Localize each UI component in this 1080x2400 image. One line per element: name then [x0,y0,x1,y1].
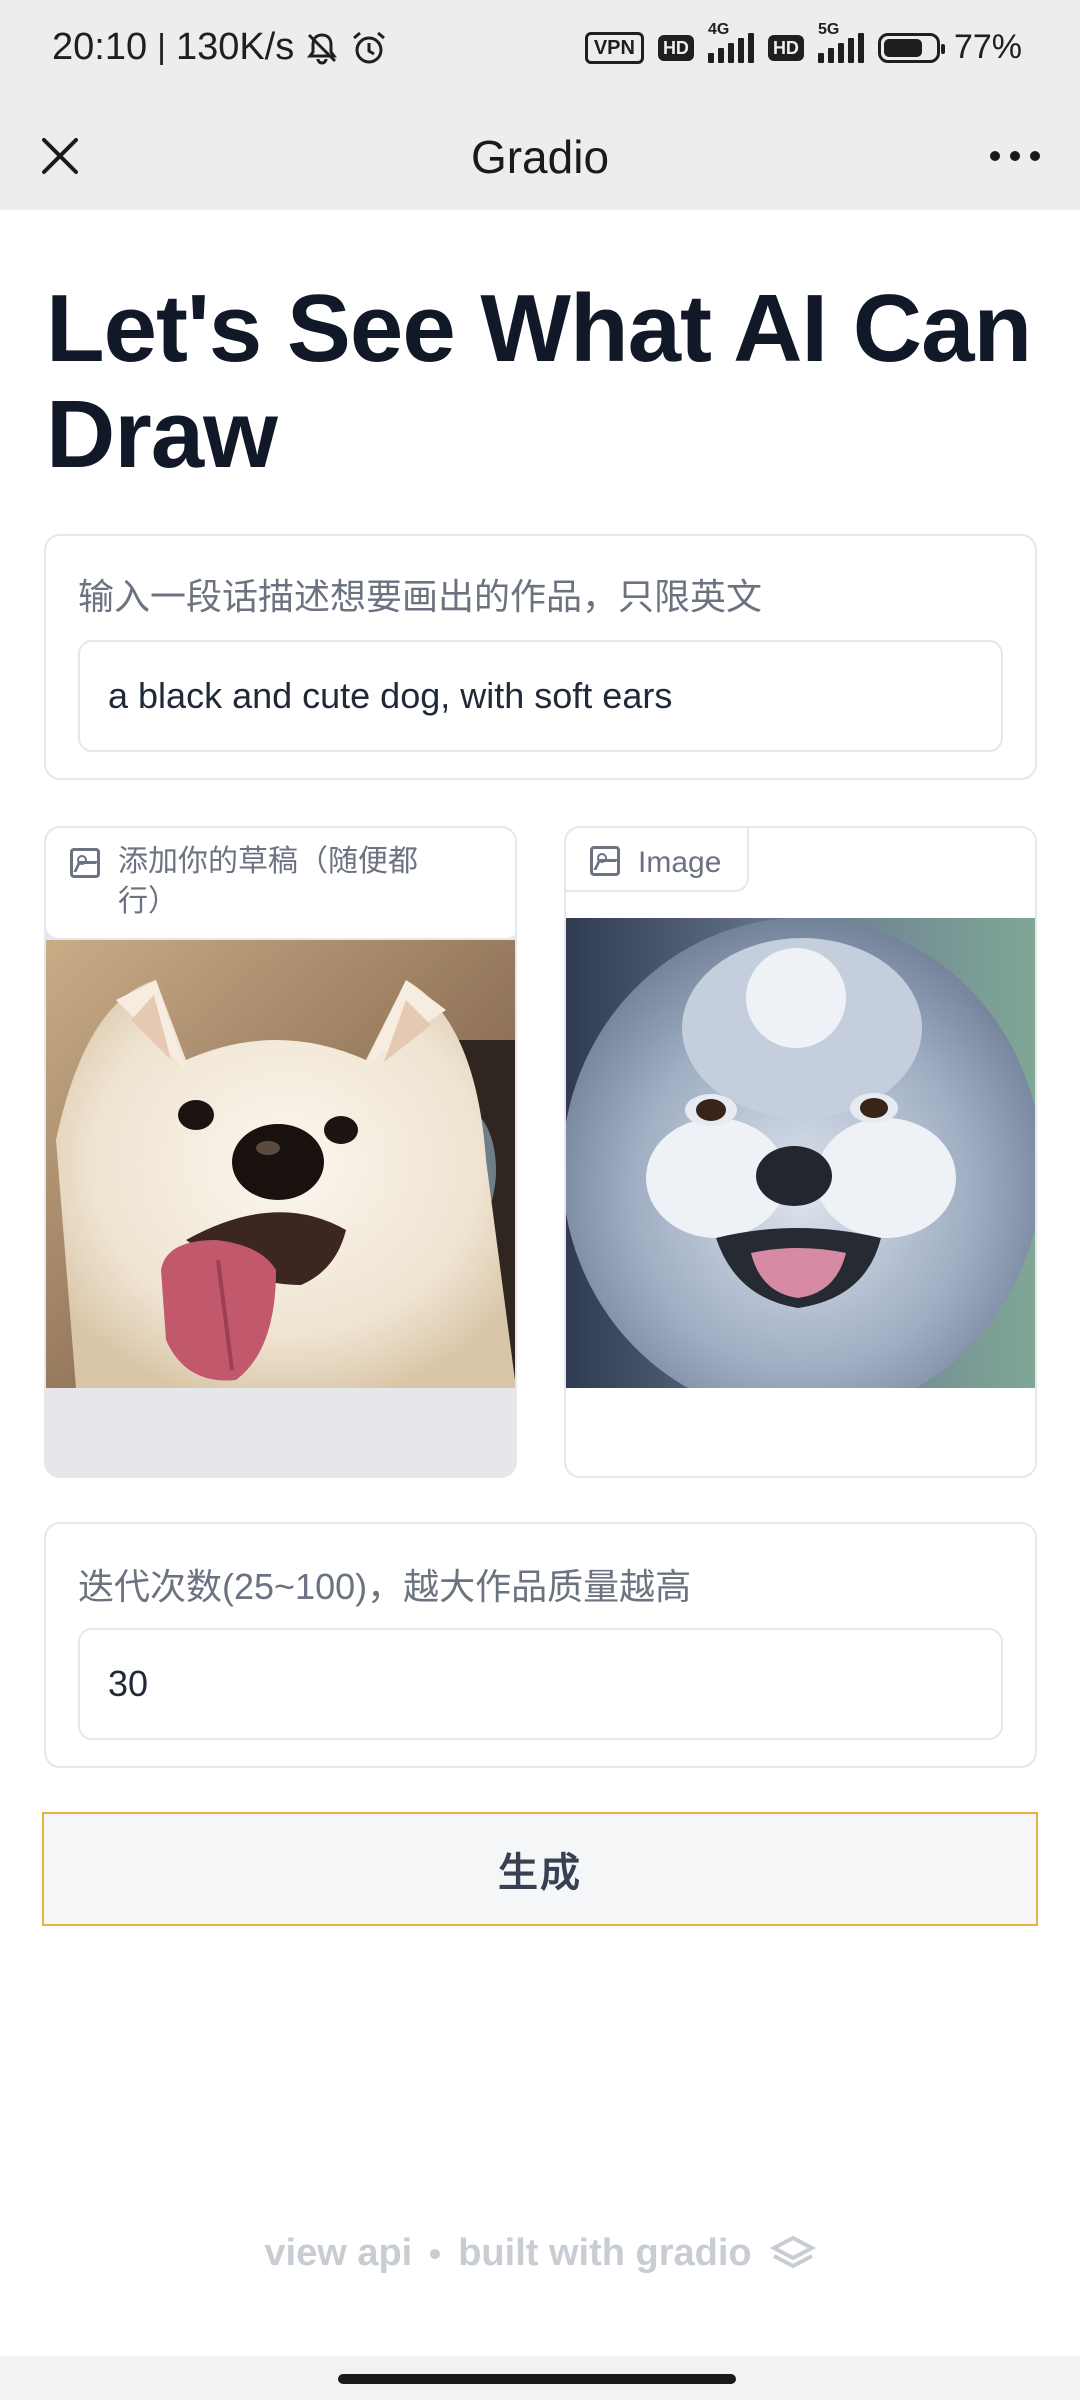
output-image-label: Image [638,846,722,879]
view-api-link[interactable]: view api [264,2232,412,2275]
status-time: 20:10 [52,26,148,68]
prompt-label: 输入一段话描述想要画出的作品，只限英文 [78,576,763,617]
nav-title: Gradio [470,131,610,183]
status-divider: | [157,28,166,66]
signal-5g-icon: 5G [817,21,864,63]
page-title: Let's See What AI Can Draw [46,275,1032,488]
alarm-icon [353,31,386,63]
sketch-image-label: 添加你的草稿（随便都行） [118,845,418,918]
more-button[interactable] [980,126,1050,186]
sketch-image-upload[interactable]: 添加你的草稿（随便都行） [44,826,517,1478]
hd-badge-1: HD [657,34,694,61]
steps-block: 迭代次数(25~100)，越大作品质量越高 30 [44,1522,1037,1768]
battery-percent: 77% [953,28,1022,66]
output-dog-image [566,918,1035,1388]
steps-label: 迭代次数(25~100)，越大作品质量越高 [78,1566,692,1607]
steps-input[interactable]: 30 [78,1628,1003,1740]
signal-4g-icon: 4G [707,21,754,63]
prompt-block: 输入一段话描述想要画出的作品，只限英文 a black and cute dog… [44,534,1037,780]
image-icon [70,848,100,878]
net-label-2: 5G [817,20,840,38]
status-right: VPN HD 4G HD 5G 77% [584,21,1022,67]
nav-bar: Gradio [0,104,1080,210]
output-image[interactable]: Image [564,826,1037,1478]
sketch-dog-image [46,940,515,1388]
generate-button[interactable]: 生成 [42,1812,1038,1926]
output-image-tag: Image [566,828,750,892]
prompt-input[interactable]: a black and cute dog, with soft ears [78,640,1003,752]
footer-separator [430,2248,441,2259]
hd-badge-2: HD [767,34,804,61]
built-with-gradio-link[interactable]: built with gradio [458,2232,751,2275]
bell-muted-icon [307,32,338,64]
footer: view api built with gradio [0,2232,1080,2275]
gesture-bar [0,2356,1080,2400]
home-indicator[interactable] [338,2374,736,2384]
image-icon [590,846,620,876]
status-left: 20:10 | 130K/s [52,26,388,69]
sketch-image-tag: 添加你的草稿（随便都行） [46,828,515,940]
status-bar: 20:10 | 130K/s VPN HD 4G HD 5G 77% [0,0,1080,104]
gradio-logo-icon [769,2235,816,2268]
battery-icon [877,32,945,63]
status-speed: 130K/s [175,26,295,68]
net-label-1: 4G [707,20,730,38]
more-icon [990,151,1000,161]
vpn-badge: VPN [584,31,644,64]
